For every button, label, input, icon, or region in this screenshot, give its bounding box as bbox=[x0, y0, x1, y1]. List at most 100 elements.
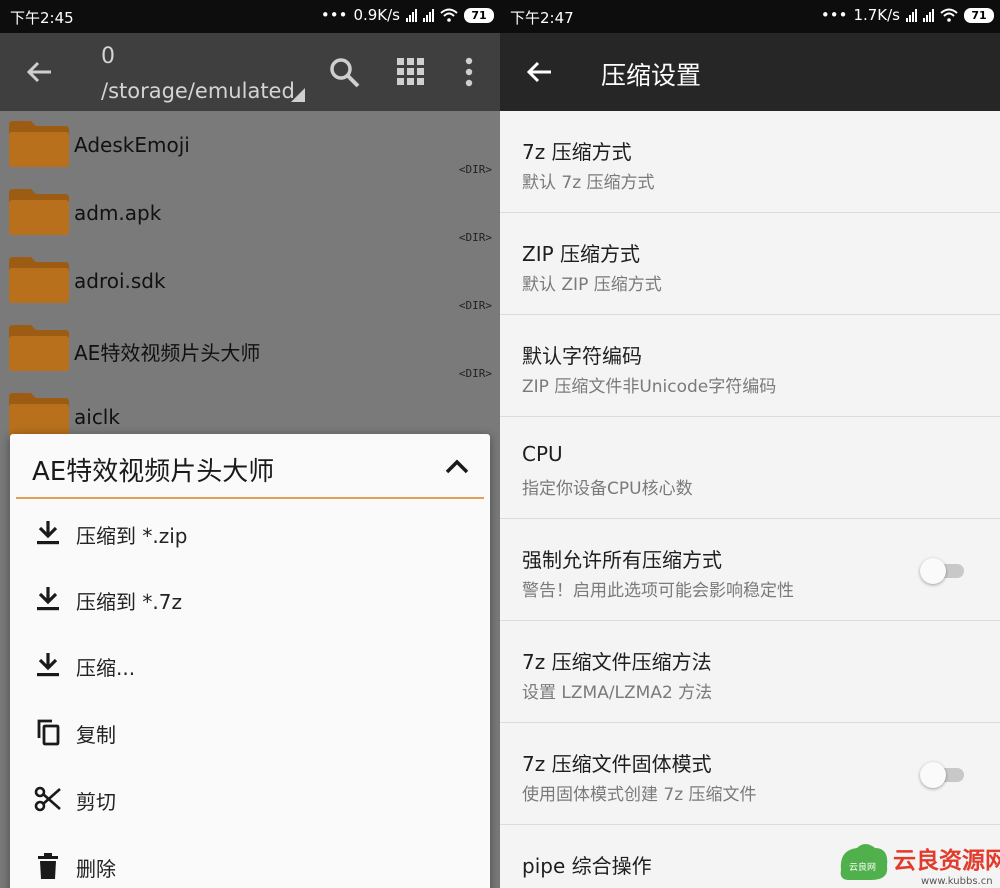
back-arrow-icon[interactable] bbox=[24, 57, 54, 87]
watermark-small-text: 云良网 bbox=[849, 861, 876, 873]
file-name: adm.apk bbox=[74, 201, 162, 225]
list-item[interactable]: adroi.sdk <DIR> bbox=[0, 247, 500, 315]
setting-title: 7z 压缩文件固体模式 bbox=[522, 752, 712, 776]
context-menu: AE特效视频片头大师 压缩到 *.zip 压缩到 *.7z 压缩... 复制 剪… bbox=[10, 434, 490, 888]
more-options-icon[interactable] bbox=[452, 55, 486, 89]
settings-list: 7z 压缩方式 默认 7z 压缩方式 ZIP 压缩方式 默认 ZIP 压缩方式 … bbox=[500, 111, 1000, 888]
folder-icon bbox=[9, 121, 69, 167]
solid-mode-toggle[interactable] bbox=[920, 761, 964, 788]
menu-item-delete[interactable]: 删除 bbox=[10, 832, 490, 888]
status-dots: ••• bbox=[820, 6, 848, 24]
setting-7z-compression-method[interactable]: 7z 压缩文件压缩方法 设置 LZMA/LZMA2 方法 bbox=[500, 621, 1000, 723]
status-bar: 下午2:45 ••• 0.9K/s 71 bbox=[0, 0, 500, 33]
grid-view-icon[interactable] bbox=[394, 55, 428, 89]
menu-item-label: 压缩到 *.zip bbox=[76, 524, 188, 548]
setting-title: 强制允许所有压缩方式 bbox=[522, 548, 722, 572]
menu-item-cut[interactable]: 剪切 bbox=[10, 765, 490, 831]
current-path[interactable]: /storage/emulated bbox=[101, 79, 295, 103]
copy-icon bbox=[37, 719, 60, 746]
folder-icon bbox=[9, 325, 69, 371]
wifi-icon bbox=[940, 8, 958, 22]
folder-icon bbox=[9, 257, 69, 303]
status-bar: 下午2:47 ••• 1.7K/s 71 bbox=[500, 0, 1000, 33]
status-dots: ••• bbox=[320, 6, 348, 24]
list-item[interactable]: AE特效视频片头大师 <DIR> bbox=[0, 315, 500, 383]
context-menu-title: AE特效视频片头大师 bbox=[32, 457, 275, 487]
file-browser-screen: 下午2:45 ••• 0.9K/s 71 0 /storage/emulated bbox=[0, 0, 500, 888]
file-type-tag: <DIR> bbox=[458, 367, 492, 380]
file-name: aiclk bbox=[74, 405, 120, 429]
file-type-tag: <DIR> bbox=[458, 231, 492, 244]
toolbar: 压缩设置 bbox=[500, 33, 1000, 111]
setting-force-all-methods[interactable]: 强制允许所有压缩方式 警告！启用此选项可能会影响稳定性 bbox=[500, 519, 1000, 621]
menu-item-label: 压缩... bbox=[76, 656, 136, 680]
setting-subtitle: ZIP 压缩文件非Unicode字符编码 bbox=[522, 377, 777, 397]
menu-item-label: 剪切 bbox=[76, 790, 116, 814]
setting-title: 默认字符编码 bbox=[522, 344, 642, 368]
menu-item-label: 压缩到 *.7z bbox=[76, 590, 182, 614]
download-icon bbox=[37, 521, 59, 545]
setting-subtitle: 使用固体模式创建 7z 压缩文件 bbox=[522, 785, 757, 805]
menu-item-label: 删除 bbox=[76, 857, 116, 881]
menu-item-label: 复制 bbox=[76, 723, 116, 747]
setting-title: CPU bbox=[522, 442, 563, 466]
battery-icon: 71 bbox=[464, 7, 494, 23]
setting-title: ZIP 压缩方式 bbox=[522, 242, 641, 266]
list-item[interactable]: AdeskEmoji <DIR> bbox=[0, 111, 500, 179]
setting-title: 7z 压缩文件压缩方法 bbox=[522, 650, 712, 674]
network-speed: 0.9K/s bbox=[353, 6, 400, 24]
compression-settings-screen: 下午2:47 ••• 1.7K/s 71 压缩设置 7z 压缩方式 默认 7z … bbox=[500, 0, 1000, 888]
menu-item-copy[interactable]: 复制 bbox=[10, 698, 490, 764]
download-icon bbox=[37, 587, 59, 611]
setting-zip-method[interactable]: ZIP 压缩方式 默认 ZIP 压缩方式 bbox=[500, 213, 1000, 315]
folder-icon bbox=[9, 189, 69, 235]
battery-icon: 71 bbox=[964, 7, 994, 23]
toggle-knob bbox=[920, 558, 946, 584]
menu-item-compress[interactable]: 压缩... bbox=[10, 631, 490, 697]
scissors-icon bbox=[34, 786, 61, 812]
menu-item-compress-7z[interactable]: 压缩到 *.7z bbox=[10, 565, 490, 631]
setting-default-encoding[interactable]: 默认字符编码 ZIP 压缩文件非Unicode字符编码 bbox=[500, 315, 1000, 417]
file-name: AdeskEmoji bbox=[74, 133, 190, 157]
signal-icon bbox=[923, 8, 934, 22]
setting-subtitle: 默认 ZIP 压缩方式 bbox=[522, 275, 662, 295]
watermark: 云良网 云良资源网 www.kubbs.cn bbox=[840, 844, 1000, 887]
folder-icon bbox=[9, 393, 69, 439]
setting-subtitle: 设置 LZMA/LZMA2 方法 bbox=[522, 683, 713, 703]
signal-icon bbox=[906, 8, 917, 22]
setting-title: pipe 综合操作 bbox=[522, 854, 652, 878]
toolbar: 0 /storage/emulated bbox=[0, 33, 500, 111]
toggle-knob bbox=[920, 762, 946, 788]
chevron-up-icon[interactable] bbox=[444, 456, 470, 476]
setting-cpu[interactable]: CPU 指定你设备CPU核心数 bbox=[500, 417, 1000, 519]
setting-subtitle: 指定你设备CPU核心数 bbox=[522, 479, 693, 499]
setting-7z-solid-mode[interactable]: 7z 压缩文件固体模式 使用固体模式创建 7z 压缩文件 bbox=[500, 723, 1000, 825]
file-name: AE特效视频片头大师 bbox=[74, 341, 261, 365]
path-dropdown-icon[interactable] bbox=[291, 88, 305, 102]
menu-item-compress-zip[interactable]: 压缩到 *.zip bbox=[10, 499, 490, 565]
search-icon[interactable] bbox=[327, 55, 361, 89]
setting-subtitle: 默认 7z 压缩方式 bbox=[522, 173, 655, 193]
watermark-url: www.kubbs.cn bbox=[921, 876, 993, 887]
list-item[interactable]: adm.apk <DIR> bbox=[0, 179, 500, 247]
item-count: 0 bbox=[101, 44, 115, 69]
file-type-tag: <DIR> bbox=[458, 163, 492, 176]
status-time: 下午2:47 bbox=[510, 9, 574, 27]
file-list: AdeskEmoji <DIR> adm.apk <DIR> adroi.sdk… bbox=[0, 111, 500, 451]
signal-icon bbox=[423, 8, 434, 22]
back-arrow-icon[interactable] bbox=[524, 57, 554, 87]
setting-subtitle: 警告！启用此选项可能会影响稳定性 bbox=[522, 581, 794, 601]
force-all-methods-toggle[interactable] bbox=[920, 557, 964, 584]
page-title: 压缩设置 bbox=[601, 61, 702, 90]
download-icon bbox=[37, 653, 59, 677]
setting-7z-method[interactable]: 7z 压缩方式 默认 7z 压缩方式 bbox=[500, 111, 1000, 213]
network-speed: 1.7K/s bbox=[853, 6, 900, 24]
wifi-icon bbox=[440, 8, 458, 22]
status-time: 下午2:45 bbox=[10, 9, 74, 27]
trash-icon bbox=[38, 853, 58, 879]
watermark-text: 云良资源网 bbox=[893, 847, 1000, 874]
file-name: adroi.sdk bbox=[74, 269, 166, 293]
setting-title: 7z 压缩方式 bbox=[522, 140, 632, 164]
file-type-tag: <DIR> bbox=[458, 299, 492, 312]
signal-icon bbox=[406, 8, 417, 22]
